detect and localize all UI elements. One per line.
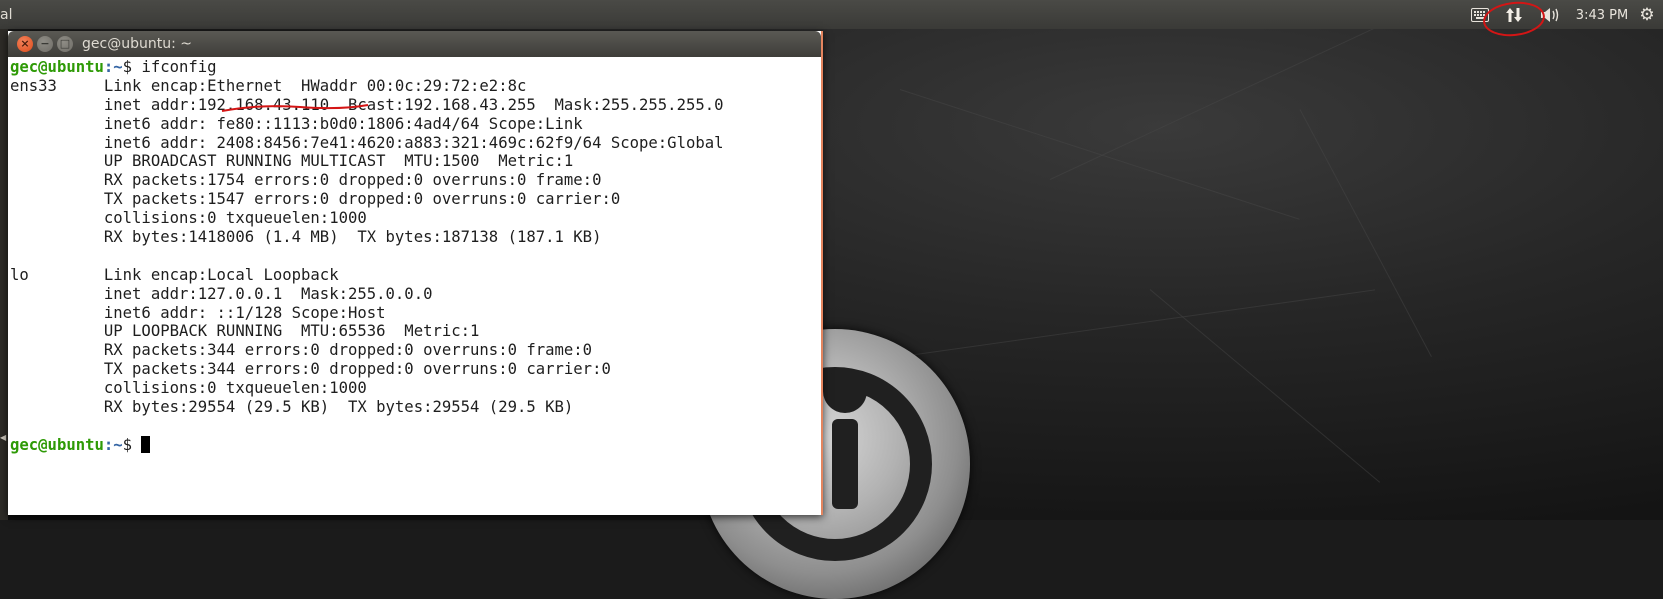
output-line: inet addr:127.0.0.1 Mask:255.0.0.0 bbox=[10, 284, 433, 303]
terminal-window[interactable]: × − □ gec@ubuntu: ~ gec@ubuntu:~$ ifconf… bbox=[8, 31, 823, 515]
output-line: inet6 addr: ::1/128 Scope:Host bbox=[10, 303, 386, 322]
output-line: UP BROADCAST RUNNING MULTICAST MTU:1500 … bbox=[10, 152, 574, 171]
text-cursor bbox=[141, 435, 151, 453]
top-panel: al 3:43 PM ⚙ bbox=[0, 0, 1663, 40]
prompt-path: :~ bbox=[103, 435, 123, 454]
prompt-symbol: $ bbox=[122, 435, 142, 454]
launcher-arrow-icon: ◀ bbox=[0, 433, 7, 442]
output-line: RX packets:344 errors:0 dropped:0 overru… bbox=[10, 341, 593, 360]
emblem-dot bbox=[823, 369, 867, 413]
app-menu-title[interactable]: al bbox=[0, 7, 12, 23]
wallpaper-crack bbox=[1149, 289, 1381, 483]
output-line: UP LOOPBACK RUNNING MTU:65536 Metric:1 bbox=[10, 322, 480, 341]
output-line: RX packets:1754 errors:0 dropped:0 overr… bbox=[10, 171, 602, 190]
minimize-button[interactable]: − bbox=[37, 36, 53, 52]
output-line: ens33 Link encap:Ethernet HWaddr 00:0c:2… bbox=[10, 76, 527, 95]
terminal-content[interactable]: gec@ubuntu:~$ ifconfig ens33 Link encap:… bbox=[10, 58, 818, 513]
output-line: TX packets:1547 errors:0 dropped:0 overr… bbox=[10, 190, 621, 209]
launcher-strip[interactable]: ◀ bbox=[0, 29, 8, 520]
emblem-bar bbox=[832, 419, 858, 509]
prompt-path: :~ bbox=[103, 58, 123, 76]
output-line: collisions:0 txqueuelen:1000 bbox=[10, 379, 367, 398]
gear-icon[interactable]: ⚙ bbox=[1636, 5, 1658, 25]
wallpaper-crack bbox=[1299, 109, 1432, 357]
prompt-user: gec@ubuntu bbox=[10, 435, 104, 454]
output-line: inet addr:192.168.43.110 Bcast:192.168.4… bbox=[10, 95, 724, 114]
command-text: ifconfig bbox=[141, 58, 217, 76]
output-line: collisions:0 txqueuelen:1000 bbox=[10, 209, 367, 228]
window-title: gec@ubuntu: ~ bbox=[82, 36, 192, 52]
output-line: lo Link encap:Local Loopback bbox=[10, 265, 339, 284]
prompt-user: gec@ubuntu bbox=[10, 58, 104, 76]
current-prompt-line: gec@ubuntu:~$ bbox=[10, 435, 818, 455]
output-line: RX bytes:29554 (29.5 KB) TX bytes:29554 … bbox=[10, 398, 574, 417]
command-output: ens33 Link encap:Ethernet HWaddr 00:0c:2… bbox=[10, 77, 818, 436]
output-line: inet6 addr: fe80::1113:b0d0:1806:4ad4/64… bbox=[10, 114, 583, 133]
clock[interactable]: 3:43 PM bbox=[1570, 5, 1634, 25]
wallpaper-crack bbox=[1049, 18, 1395, 180]
prompt-symbol: $ bbox=[122, 58, 142, 76]
close-button[interactable]: × bbox=[17, 36, 33, 52]
wallpaper-crack bbox=[879, 289, 1376, 360]
maximize-button[interactable]: □ bbox=[57, 36, 73, 52]
command-line: gec@ubuntu:~$ ifconfig bbox=[10, 58, 818, 77]
window-titlebar[interactable]: × − □ gec@ubuntu: ~ bbox=[8, 31, 821, 57]
output-line: inet6 addr: 2408:8456:7e41:4620:a883:321… bbox=[10, 133, 724, 152]
output-line: TX packets:344 errors:0 dropped:0 overru… bbox=[10, 360, 611, 379]
output-line: RX bytes:1418006 (1.4 MB) TX bytes:18713… bbox=[10, 228, 602, 247]
